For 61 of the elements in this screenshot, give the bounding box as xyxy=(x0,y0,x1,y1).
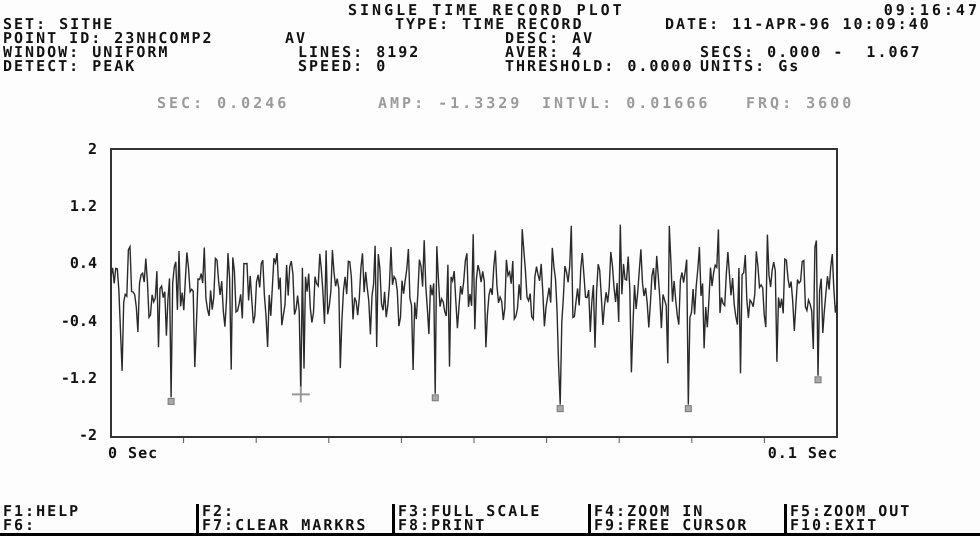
axis-label: 2 xyxy=(88,142,97,156)
field-label: LINES: xyxy=(298,45,364,59)
field-value: SITHE xyxy=(59,17,114,31)
field-value: -1.3329 xyxy=(438,96,522,110)
clock: 09:16:47 xyxy=(884,3,980,17)
field-value: 23NHCOMP2 xyxy=(114,31,214,45)
field-value: 4 xyxy=(572,45,584,59)
field-value: TIME RECORD xyxy=(462,17,584,31)
field-value: 3600 xyxy=(806,96,854,110)
field-value: AV xyxy=(285,31,308,45)
axis-label: -1.2 xyxy=(60,370,97,385)
field-value: 11-APR-96 10:09:40 xyxy=(732,17,931,31)
field-value: AV xyxy=(572,31,594,45)
field-label: WINDOW: xyxy=(3,45,80,59)
axis-label: -2 xyxy=(78,428,97,442)
field-label: SECS: xyxy=(700,45,756,59)
field-label: AVER: xyxy=(505,45,560,59)
field-value: 0.0000 xyxy=(627,59,694,73)
field-label: AMP: xyxy=(378,96,426,110)
function-key[interactable]: F5:ZOOM OUT xyxy=(790,504,980,518)
axis-label: 0 Sec xyxy=(108,446,158,460)
function-key[interactable]: F7:CLEAR MARKRS xyxy=(202,518,392,532)
field-label: FRQ: xyxy=(746,96,794,110)
peak-marker xyxy=(814,376,822,384)
field-label: SET: xyxy=(3,17,48,31)
function-key[interactable]: F3:FULL SCALE xyxy=(398,504,588,518)
function-key[interactable]: F9:FREE CURSOR xyxy=(594,518,784,532)
function-key[interactable]: F2: xyxy=(202,504,392,518)
field-label: SEC: xyxy=(157,96,206,110)
field-value: Gs xyxy=(778,59,800,73)
field-value: 0.000 - 1.067 xyxy=(767,45,922,59)
field-label: POINT ID: xyxy=(3,31,102,45)
axis-label: -0.4 xyxy=(60,314,97,328)
field-label: INTVL: xyxy=(542,96,614,110)
field-value: 0.0246 xyxy=(217,96,290,110)
function-key[interactable]: F8:PRINT xyxy=(398,518,588,532)
function-key[interactable]: F10:EXIT xyxy=(790,518,980,532)
window-title: SINGLE TIME RECORD PLOT xyxy=(348,3,626,17)
field-label: DATE: xyxy=(665,17,720,31)
function-key[interactable]: F4:ZOOM IN xyxy=(594,504,784,518)
field-label: UNITS: xyxy=(700,59,766,73)
peak-marker xyxy=(556,405,564,412)
axis-label: 0.4 xyxy=(70,256,97,270)
peak-marker xyxy=(168,398,175,405)
field-label: DESC: xyxy=(505,31,560,45)
axis-label: 1.2 xyxy=(70,199,97,214)
peak-marker xyxy=(432,394,439,402)
field-value: 0.01666 xyxy=(626,96,710,110)
peak-marker xyxy=(684,405,692,412)
field-label: THRESHOLD: xyxy=(505,59,616,73)
function-key[interactable]: F6: xyxy=(3,518,196,532)
field-value: UNIFORM xyxy=(92,45,170,59)
field-label: TYPE: xyxy=(395,17,450,31)
field-value: PEAK xyxy=(92,59,136,73)
field-value: 8192 xyxy=(376,45,420,59)
function-key[interactable]: F1:HELP xyxy=(3,504,196,518)
field-value: 0 xyxy=(376,59,388,73)
field-label: SPEED: xyxy=(298,59,364,73)
crosshair-cursor[interactable] xyxy=(290,385,311,404)
field-label: DETECT: xyxy=(3,59,80,73)
axis-label: 0.1 Sec xyxy=(768,446,838,460)
